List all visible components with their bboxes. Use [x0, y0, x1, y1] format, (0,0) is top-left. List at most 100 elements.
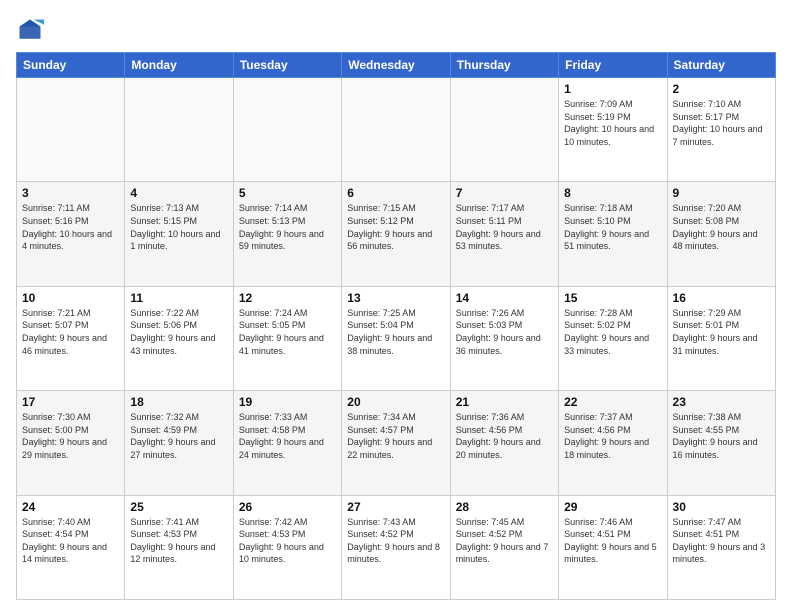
- calendar-cell: 6 Sunrise: 7:15 AM Sunset: 5:12 PM Daylig…: [342, 182, 450, 286]
- calendar-cell: 26Sunrise: 7:42 AM Sunset: 4:53 PM Dayli…: [233, 495, 341, 599]
- day-info: Sunrise: 7:26 AM Sunset: 5:03 PM Dayligh…: [456, 307, 553, 357]
- logo-icon: [16, 16, 44, 44]
- weekday-header-row: SundayMondayTuesdayWednesdayThursdayFrid…: [17, 53, 776, 78]
- calendar-cell: 13Sunrise: 7:25 AM Sunset: 5:04 PM Dayli…: [342, 286, 450, 390]
- day-info: Sunrise: 7:15 AM Sunset: 5:12 PM Dayligh…: [347, 202, 444, 252]
- day-number: 29: [564, 500, 661, 514]
- day-info: Sunrise: 7:47 AM Sunset: 4:51 PM Dayligh…: [673, 516, 770, 566]
- day-number: 10: [22, 291, 119, 305]
- weekday-header-thursday: Thursday: [450, 53, 558, 78]
- week-row-2: 3 Sunrise: 7:11 AM Sunset: 5:16 PM Daylig…: [17, 182, 776, 286]
- day-number: 18: [130, 395, 227, 409]
- calendar-cell: 21 Sunrise: 7:36 AM Sunset: 4:56 PM Dayli…: [450, 391, 558, 495]
- calendar-cell: 15 Sunrise: 7:28 AM Sunset: 5:02 PM Dayli…: [559, 286, 667, 390]
- header: [16, 12, 776, 44]
- day-number: 28: [456, 500, 553, 514]
- calendar-cell: 4 Sunrise: 7:13 AM Sunset: 5:15 PM Daylig…: [125, 182, 233, 286]
- day-number: 7: [456, 186, 553, 200]
- day-number: 2: [673, 82, 770, 96]
- day-number: 11: [130, 291, 227, 305]
- calendar-cell: [17, 78, 125, 182]
- day-info: Sunrise: 7:09 AM Sunset: 5:19 PM Dayligh…: [564, 98, 661, 148]
- day-info: Sunrise: 7:20 AM Sunset: 5:08 PM Dayligh…: [673, 202, 770, 252]
- day-info: Sunrise: 7:10 AM Sunset: 5:17 PM Dayligh…: [673, 98, 770, 148]
- day-number: 12: [239, 291, 336, 305]
- calendar-cell: 18 Sunrise: 7:32 AM Sunset: 4:59 PM Dayli…: [125, 391, 233, 495]
- calendar-cell: 23 Sunrise: 7:38 AM Sunset: 4:55 PM Dayli…: [667, 391, 775, 495]
- day-info: Sunrise: 7:22 AM Sunset: 5:06 PM Dayligh…: [130, 307, 227, 357]
- day-info: Sunrise: 7:34 AM Sunset: 4:57 PM Dayligh…: [347, 411, 444, 461]
- day-info: Sunrise: 7:41 AM Sunset: 4:53 PM Dayligh…: [130, 516, 227, 566]
- calendar-cell: 16Sunrise: 7:29 AM Sunset: 5:01 PM Dayli…: [667, 286, 775, 390]
- day-info: Sunrise: 7:38 AM Sunset: 4:55 PM Dayligh…: [673, 411, 770, 461]
- day-info: Sunrise: 7:29 AM Sunset: 5:01 PM Dayligh…: [673, 307, 770, 357]
- week-row-4: 17 Sunrise: 7:30 AM Sunset: 5:00 PM Dayli…: [17, 391, 776, 495]
- day-number: 6: [347, 186, 444, 200]
- day-info: Sunrise: 7:42 AM Sunset: 4:53 PM Dayligh…: [239, 516, 336, 566]
- calendar-cell: 14Sunrise: 7:26 AM Sunset: 5:03 PM Dayli…: [450, 286, 558, 390]
- page: SundayMondayTuesdayWednesdayThursdayFrid…: [0, 0, 792, 612]
- day-info: Sunrise: 7:45 AM Sunset: 4:52 PM Dayligh…: [456, 516, 553, 566]
- day-number: 8: [564, 186, 661, 200]
- calendar-cell: 17 Sunrise: 7:30 AM Sunset: 5:00 PM Dayli…: [17, 391, 125, 495]
- weekday-header-tuesday: Tuesday: [233, 53, 341, 78]
- day-info: Sunrise: 7:30 AM Sunset: 5:00 PM Dayligh…: [22, 411, 119, 461]
- weekday-header-monday: Monday: [125, 53, 233, 78]
- day-info: Sunrise: 7:36 AM Sunset: 4:56 PM Dayligh…: [456, 411, 553, 461]
- day-number: 4: [130, 186, 227, 200]
- calendar-cell: 28 Sunrise: 7:45 AM Sunset: 4:52 PM Dayli…: [450, 495, 558, 599]
- day-info: Sunrise: 7:37 AM Sunset: 4:56 PM Dayligh…: [564, 411, 661, 461]
- day-number: 24: [22, 500, 119, 514]
- week-row-3: 10 Sunrise: 7:21 AM Sunset: 5:07 PM Dayli…: [17, 286, 776, 390]
- day-info: Sunrise: 7:24 AM Sunset: 5:05 PM Dayligh…: [239, 307, 336, 357]
- day-number: 23: [673, 395, 770, 409]
- weekday-header-saturday: Saturday: [667, 53, 775, 78]
- day-number: 25: [130, 500, 227, 514]
- weekday-header-friday: Friday: [559, 53, 667, 78]
- calendar-cell: 29 Sunrise: 7:46 AM Sunset: 4:51 PM Dayli…: [559, 495, 667, 599]
- calendar-cell: 22Sunrise: 7:37 AM Sunset: 4:56 PM Dayli…: [559, 391, 667, 495]
- week-row-5: 24 Sunrise: 7:40 AM Sunset: 4:54 PM Dayli…: [17, 495, 776, 599]
- calendar-cell: 10 Sunrise: 7:21 AM Sunset: 5:07 PM Dayli…: [17, 286, 125, 390]
- week-row-1: 1 Sunrise: 7:09 AM Sunset: 5:19 PM Daylig…: [17, 78, 776, 182]
- calendar-table: SundayMondayTuesdayWednesdayThursdayFrid…: [16, 52, 776, 600]
- calendar-cell: 11 Sunrise: 7:22 AM Sunset: 5:06 PM Dayli…: [125, 286, 233, 390]
- day-info: Sunrise: 7:25 AM Sunset: 5:04 PM Dayligh…: [347, 307, 444, 357]
- day-info: Sunrise: 7:46 AM Sunset: 4:51 PM Dayligh…: [564, 516, 661, 566]
- calendar-cell: 5Sunrise: 7:14 AM Sunset: 5:13 PM Daylig…: [233, 182, 341, 286]
- calendar-cell: 9Sunrise: 7:20 AM Sunset: 5:08 PM Daylig…: [667, 182, 775, 286]
- calendar-cell: 30 Sunrise: 7:47 AM Sunset: 4:51 PM Dayli…: [667, 495, 775, 599]
- day-info: Sunrise: 7:43 AM Sunset: 4:52 PM Dayligh…: [347, 516, 444, 566]
- calendar-cell: [342, 78, 450, 182]
- calendar-cell: [125, 78, 233, 182]
- calendar-cell: 19 Sunrise: 7:33 AM Sunset: 4:58 PM Dayli…: [233, 391, 341, 495]
- day-number: 30: [673, 500, 770, 514]
- calendar-cell: 27 Sunrise: 7:43 AM Sunset: 4:52 PM Dayli…: [342, 495, 450, 599]
- day-number: 20: [347, 395, 444, 409]
- day-info: Sunrise: 7:28 AM Sunset: 5:02 PM Dayligh…: [564, 307, 661, 357]
- logo: [16, 16, 48, 44]
- calendar-cell: [450, 78, 558, 182]
- day-info: Sunrise: 7:21 AM Sunset: 5:07 PM Dayligh…: [22, 307, 119, 357]
- calendar-cell: 25 Sunrise: 7:41 AM Sunset: 4:53 PM Dayli…: [125, 495, 233, 599]
- day-number: 15: [564, 291, 661, 305]
- calendar-cell: 3 Sunrise: 7:11 AM Sunset: 5:16 PM Daylig…: [17, 182, 125, 286]
- day-number: 27: [347, 500, 444, 514]
- day-info: Sunrise: 7:32 AM Sunset: 4:59 PM Dayligh…: [130, 411, 227, 461]
- weekday-header-sunday: Sunday: [17, 53, 125, 78]
- calendar-cell: 20 Sunrise: 7:34 AM Sunset: 4:57 PM Dayli…: [342, 391, 450, 495]
- calendar-cell: 12 Sunrise: 7:24 AM Sunset: 5:05 PM Dayli…: [233, 286, 341, 390]
- day-number: 1: [564, 82, 661, 96]
- day-number: 21: [456, 395, 553, 409]
- calendar-cell: [233, 78, 341, 182]
- weekday-header-wednesday: Wednesday: [342, 53, 450, 78]
- day-info: Sunrise: 7:11 AM Sunset: 5:16 PM Dayligh…: [22, 202, 119, 252]
- day-number: 17: [22, 395, 119, 409]
- day-info: Sunrise: 7:14 AM Sunset: 5:13 PM Dayligh…: [239, 202, 336, 252]
- day-info: Sunrise: 7:13 AM Sunset: 5:15 PM Dayligh…: [130, 202, 227, 252]
- day-number: 19: [239, 395, 336, 409]
- day-info: Sunrise: 7:33 AM Sunset: 4:58 PM Dayligh…: [239, 411, 336, 461]
- day-number: 3: [22, 186, 119, 200]
- day-info: Sunrise: 7:40 AM Sunset: 4:54 PM Dayligh…: [22, 516, 119, 566]
- calendar-cell: 7Sunrise: 7:17 AM Sunset: 5:11 PM Daylig…: [450, 182, 558, 286]
